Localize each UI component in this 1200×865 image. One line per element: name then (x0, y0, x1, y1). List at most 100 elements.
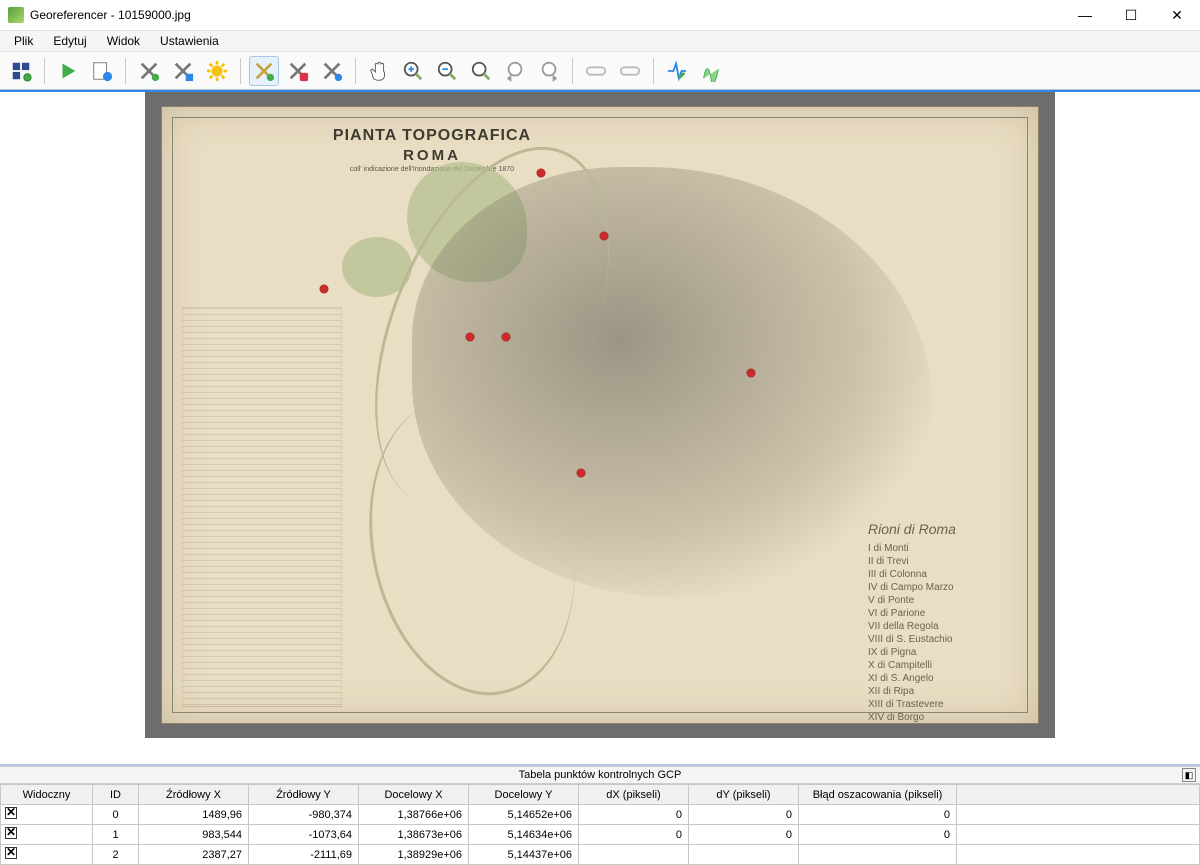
save-gcp-button[interactable] (168, 56, 198, 86)
dock-icon[interactable]: ◧ (1182, 768, 1196, 782)
gcp-header-srcy[interactable]: Źródłowy Y (249, 785, 359, 805)
cell-dx[interactable]: 0 (579, 805, 689, 825)
cell-id[interactable]: 2 (93, 845, 139, 865)
menu-file[interactable]: Plik (4, 32, 43, 50)
map-title-line1: PIANTA TOPOGRAFICA (302, 127, 562, 145)
full-histogram-button[interactable] (662, 56, 692, 86)
load-gcp-button[interactable] (134, 56, 164, 86)
rioni-item: VIII di S. Eustachio (868, 633, 1018, 646)
map-index-column (182, 307, 342, 707)
local-histogram-button[interactable] (696, 56, 726, 86)
export-script-button[interactable] (87, 56, 117, 86)
menu-edit[interactable]: Edytuj (43, 32, 96, 50)
gcp-point[interactable] (466, 333, 474, 341)
gcp-point[interactable] (747, 369, 755, 377)
checkbox-icon[interactable] (5, 807, 17, 819)
map-title-line2: ROMA (302, 147, 562, 164)
start-georef-button[interactable] (53, 56, 83, 86)
gcp-header-id[interactable]: ID (93, 785, 139, 805)
cell-residual[interactable] (799, 845, 957, 865)
close-button[interactable]: ✕ (1154, 0, 1200, 30)
zoom-next-button[interactable] (534, 56, 564, 86)
gcp-panel-title: Tabela punktów kontrolnych GCP ◧ (0, 766, 1200, 784)
map-river (328, 113, 656, 540)
gcp-header-dx[interactable]: dX (pikseli) (579, 785, 689, 805)
cell-id[interactable]: 0 (93, 805, 139, 825)
rioni-item: III di Colonna (868, 568, 1018, 581)
cell-residual[interactable]: 0 (799, 805, 957, 825)
map-image[interactable]: PIANTA TOPOGRAFICA ROMA coll' indicazion… (161, 106, 1039, 724)
cell-residual[interactable]: 0 (799, 825, 957, 845)
zoom-in-button[interactable] (398, 56, 428, 86)
cell-visible[interactable] (1, 825, 93, 845)
gcp-header-dsty[interactable]: Docelowy Y (469, 785, 579, 805)
cell-blank (957, 805, 1200, 825)
gcp-header-srcx[interactable]: Źródłowy X (139, 785, 249, 805)
move-point-button[interactable] (317, 56, 347, 86)
gcp-point[interactable] (600, 232, 608, 240)
gcp-panel: Tabela punktów kontrolnych GCP ◧ Widoczn… (0, 764, 1200, 865)
cell-srcx[interactable]: 1489,96 (139, 805, 249, 825)
open-raster-button[interactable] (6, 56, 36, 86)
map-title-line3: coll' indicazione dell'Inondazione del D… (302, 166, 562, 173)
gcp-header-dy[interactable]: dY (pikseli) (689, 785, 799, 805)
cell-dsty[interactable]: 5,14634e+06 (469, 825, 579, 845)
cell-srcy[interactable]: -1073,64 (249, 825, 359, 845)
table-row[interactable]: 01489,96-980,3741,38766e+065,14652e+0600… (1, 805, 1200, 825)
pan-button[interactable] (364, 56, 394, 86)
link-georef-button[interactable] (581, 56, 611, 86)
rioni-item: XII di Ripa (868, 685, 1018, 698)
cell-visible[interactable] (1, 845, 93, 865)
menu-view[interactable]: Widok (97, 32, 150, 50)
map-title: PIANTA TOPOGRAFICA ROMA coll' indicazion… (302, 127, 562, 173)
gcp-header-visible[interactable]: Widoczny (1, 785, 93, 805)
gcp-point[interactable] (502, 333, 510, 341)
rioni-item: XIII di Trastevere (868, 698, 1018, 711)
cell-srcy[interactable]: -2111,69 (249, 845, 359, 865)
gcp-point[interactable] (577, 469, 585, 477)
cell-srcx[interactable]: 2387,27 (139, 845, 249, 865)
rioni-item: VI di Parione (868, 607, 1018, 620)
menubar: Plik Edytuj Widok Ustawienia (0, 30, 1200, 52)
table-row[interactable]: 22387,27-2111,691,38929e+065,14437e+06 (1, 845, 1200, 865)
cell-dx[interactable] (579, 845, 689, 865)
gcp-point[interactable] (320, 285, 328, 293)
link-qgis-button[interactable] (615, 56, 645, 86)
map-frame: PIANTA TOPOGRAFICA ROMA coll' indicazion… (145, 92, 1055, 738)
gcp-header-dstx[interactable]: Docelowy X (359, 785, 469, 805)
table-row[interactable]: 1983,544-1073,641,38673e+065,14634e+0600… (1, 825, 1200, 845)
gcp-header-residual[interactable]: Błąd oszacowania (pikseli) (799, 785, 957, 805)
cell-dy[interactable] (689, 845, 799, 865)
zoom-out-button[interactable] (432, 56, 462, 86)
checkbox-icon[interactable] (5, 827, 17, 839)
cell-dx[interactable]: 0 (579, 825, 689, 845)
toolbar-separator (653, 58, 654, 84)
gcp-point[interactable] (537, 169, 545, 177)
cell-blank (957, 825, 1200, 845)
cell-dstx[interactable]: 1,38673e+06 (359, 825, 469, 845)
rioni-item: V di Ponte (868, 594, 1018, 607)
cell-dsty[interactable]: 5,14652e+06 (469, 805, 579, 825)
maximize-button[interactable]: ☐ (1108, 0, 1154, 30)
add-point-button[interactable] (249, 56, 279, 86)
rioni-item: I di Monti (868, 542, 1018, 555)
cell-visible[interactable] (1, 805, 93, 825)
toolbar-separator (355, 58, 356, 84)
cell-id[interactable]: 1 (93, 825, 139, 845)
zoom-last-button[interactable] (500, 56, 530, 86)
cell-dsty[interactable]: 5,14437e+06 (469, 845, 579, 865)
cell-srcx[interactable]: 983,544 (139, 825, 249, 845)
menu-settings[interactable]: Ustawienia (150, 32, 229, 50)
cell-srcy[interactable]: -980,374 (249, 805, 359, 825)
cell-dy[interactable]: 0 (689, 805, 799, 825)
cell-dstx[interactable]: 1,38929e+06 (359, 845, 469, 865)
transformation-settings-button[interactable] (202, 56, 232, 86)
delete-point-button[interactable] (283, 56, 313, 86)
cell-dy[interactable]: 0 (689, 825, 799, 845)
map-viewport[interactable]: PIANTA TOPOGRAFICA ROMA coll' indicazion… (0, 92, 1200, 764)
gcp-table: Widoczny ID Źródłowy X Źródłowy Y Docelo… (0, 784, 1200, 865)
zoom-layer-button[interactable] (466, 56, 496, 86)
checkbox-icon[interactable] (5, 847, 17, 859)
cell-dstx[interactable]: 1,38766e+06 (359, 805, 469, 825)
minimize-button[interactable]: — (1062, 0, 1108, 30)
